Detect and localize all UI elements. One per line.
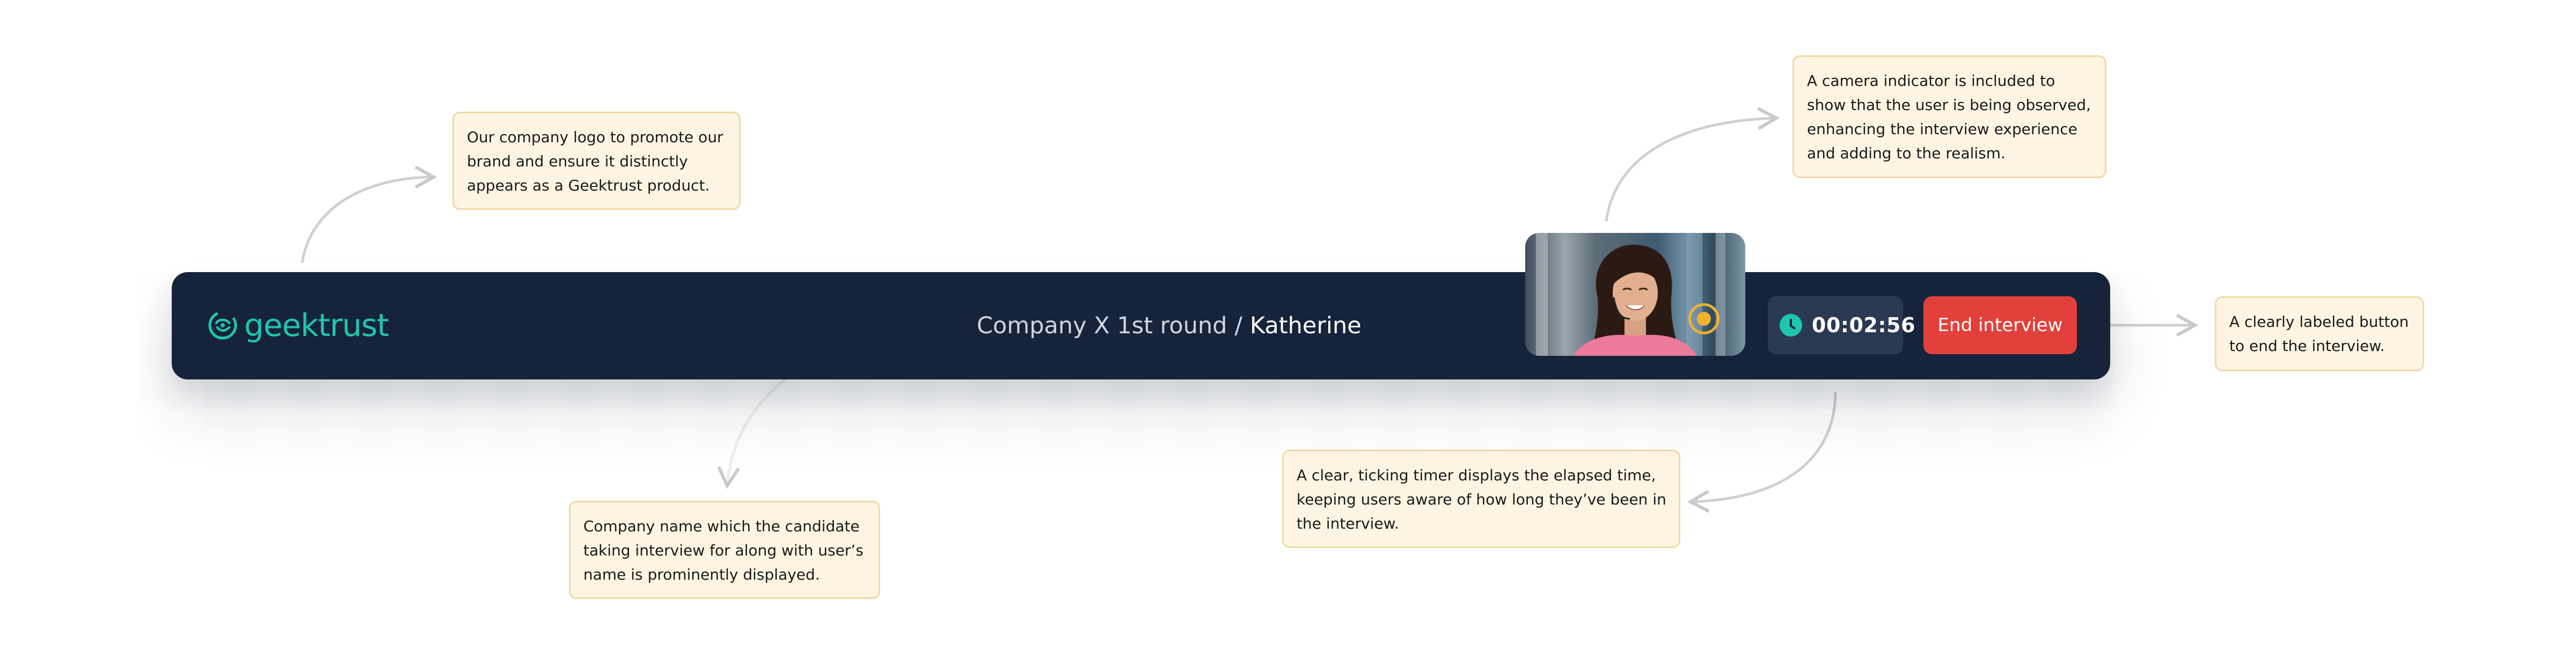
annotation-line: keeping users aware of how long they’ve … bbox=[1297, 491, 1666, 508]
annotation-line: appears as a Geektrust product. bbox=[467, 177, 710, 194]
elapsed-timer: 00:02:56 bbox=[1768, 296, 1915, 354]
annotation-line: A clearly labeled button bbox=[2229, 313, 2409, 331]
geektrust-logo-icon bbox=[208, 311, 237, 340]
camera-preview bbox=[1525, 233, 1745, 356]
camera-preview-image bbox=[1525, 233, 1745, 356]
timer-value: 00:02:56 bbox=[1812, 313, 1916, 337]
annotation-line: A clear, ticking timer displays the elap… bbox=[1297, 466, 1656, 484]
title-annotation: Company name which the candidate taking … bbox=[569, 501, 880, 599]
camera-indicator-icon bbox=[1688, 303, 1719, 334]
logo-arrow bbox=[301, 165, 437, 264]
end-button-annotation: A clearly labeled button to end the inte… bbox=[2215, 296, 2424, 371]
logo: geektrust bbox=[206, 304, 389, 347]
interview-title: Company X 1st round / Katherine bbox=[977, 310, 1362, 342]
timer-annotation: A clear, ticking timer displays the elap… bbox=[1282, 450, 1680, 548]
annotation-line: A camera indicator is included to bbox=[1807, 72, 2055, 90]
annotation-line: to end the interview. bbox=[2229, 337, 2385, 355]
camera-arrow bbox=[1605, 107, 1780, 222]
timer-arrow bbox=[1687, 391, 1837, 513]
title-separator: / bbox=[1234, 312, 1243, 339]
annotation-line: the interview. bbox=[1297, 515, 1399, 532]
record-dot-icon bbox=[1697, 312, 1711, 326]
annotation-line: taking interview for along with user’s bbox=[583, 542, 863, 559]
annotation-line: name is prominently displayed. bbox=[583, 566, 820, 583]
annotation-line: Our company logo to promote our bbox=[467, 128, 723, 146]
candidate-name: Katherine bbox=[1250, 312, 1362, 339]
annotation-line: and adding to the realism. bbox=[1807, 144, 2006, 162]
annotation-line: enhancing the interview experience bbox=[1807, 120, 2077, 138]
clock-icon bbox=[1780, 314, 1802, 337]
logo-text: geektrust bbox=[244, 307, 389, 343]
camera-annotation: A camera indicator is included to show t… bbox=[1792, 55, 2106, 178]
annotation-line: Company name which the candidate bbox=[583, 517, 860, 535]
annotation-line: show that the user is being observed, bbox=[1807, 96, 2091, 114]
end-interview-button[interactable]: End interview bbox=[1923, 296, 2077, 354]
logo-annotation: Our company logo to promote our brand an… bbox=[452, 112, 741, 210]
round-name: Company X 1st round bbox=[977, 312, 1227, 339]
annotation-line: brand and ensure it distinctly bbox=[467, 152, 688, 170]
